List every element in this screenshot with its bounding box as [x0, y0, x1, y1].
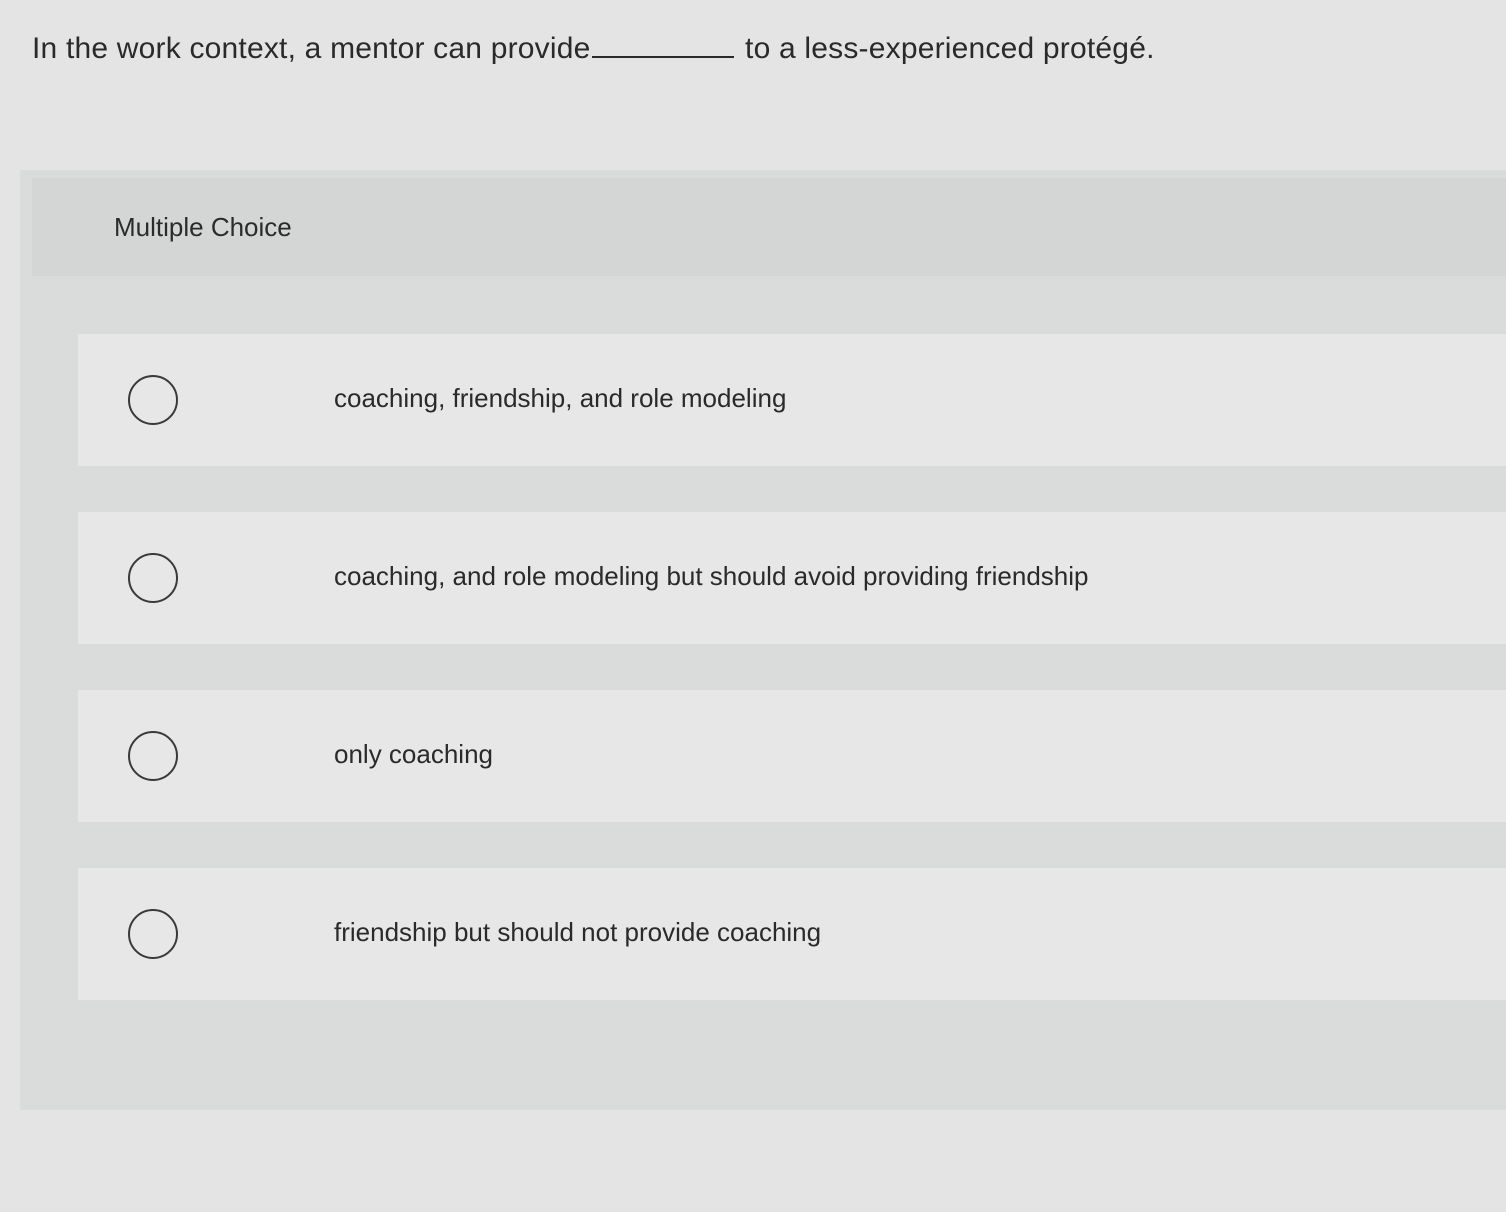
radio-button-icon[interactable] [128, 553, 178, 603]
question-type-label: Multiple Choice [114, 212, 292, 242]
panel-header: Multiple Choice [32, 178, 1506, 276]
question-text-before: In the work context, a mentor can provid… [32, 32, 591, 65]
question-text: In the work context, a mentor can provid… [32, 28, 1155, 66]
answer-option-label: only coaching [334, 739, 493, 769]
answer-option-label: coaching, friendship, and role modeling [334, 383, 787, 413]
radio-button-icon[interactable] [128, 909, 178, 959]
radio-button-icon[interactable] [128, 375, 178, 425]
answer-option-1[interactable]: coaching, friendship, and role modeling [78, 334, 1506, 466]
answer-option-3[interactable]: only coaching [78, 690, 1506, 822]
question-text-after: to a less-experienced protégé. [745, 32, 1155, 65]
answer-option-label: friendship but should not provide coachi… [334, 917, 822, 947]
answer-option-label: coaching, and role modeling but should a… [334, 561, 1089, 591]
answer-option-4[interactable]: friendship but should not provide coachi… [78, 868, 1506, 1000]
radio-button-icon[interactable] [128, 731, 178, 781]
multiple-choice-panel: Multiple Choice coaching, friendship, an… [20, 170, 1506, 1110]
answer-blank [592, 28, 735, 58]
answer-option-2[interactable]: coaching, and role modeling but should a… [78, 512, 1506, 644]
